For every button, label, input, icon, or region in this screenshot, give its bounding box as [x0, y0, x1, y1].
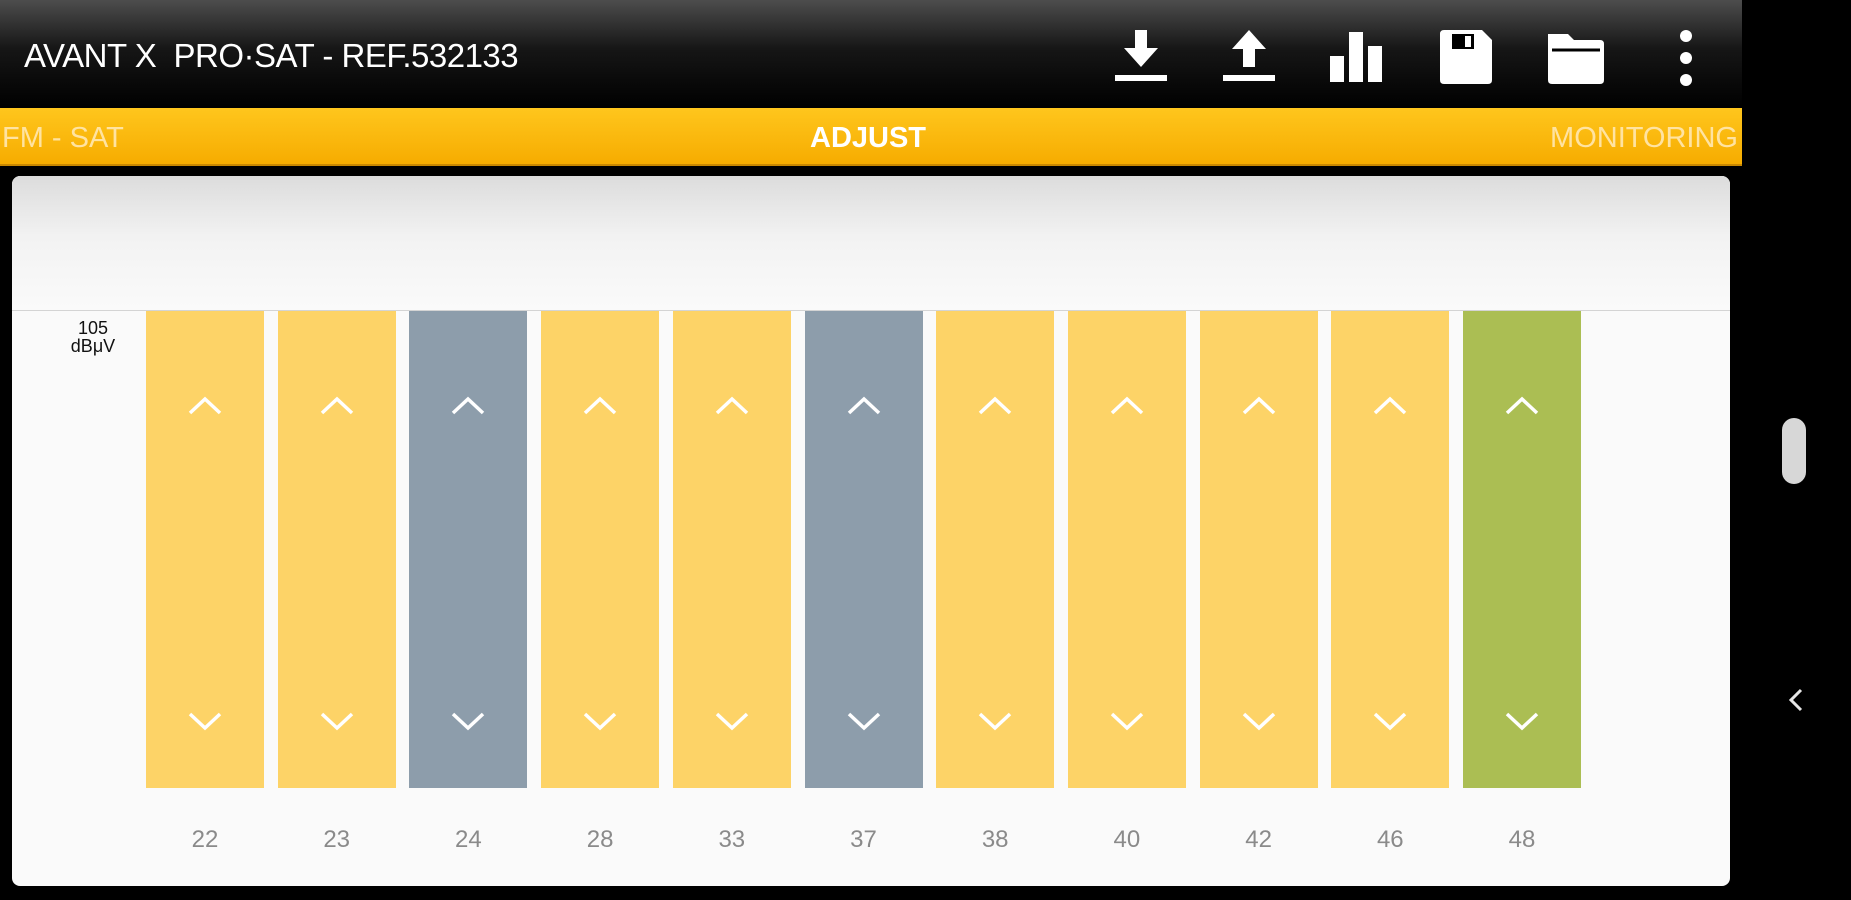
channel-label: 23 [323, 826, 351, 853]
channel-bar[interactable] [936, 311, 1055, 788]
channel-bar[interactable] [804, 311, 923, 788]
channel-label: 28 [586, 826, 614, 853]
channel-label: 40 [1113, 826, 1141, 853]
scroll-handle[interactable] [1782, 418, 1806, 484]
more-vertical-icon[interactable] [1656, 28, 1716, 88]
chevron-up-icon[interactable] [1463, 371, 1581, 441]
chevron-down-icon[interactable] [673, 686, 791, 756]
chevron-down-icon[interactable] [805, 686, 923, 756]
channel-label: 48 [1508, 826, 1536, 853]
app-window: AVANT X PRO·SAT - REF.532133 FM - SAT AD… [0, 0, 1742, 900]
app-title: AVANT X PRO·SAT - REF.532133 [24, 37, 519, 74]
tab-bar: FM - SAT ADJUST MONITORING [0, 108, 1742, 166]
chevron-up-icon[interactable] [1331, 371, 1449, 441]
channel-bar[interactable] [541, 311, 660, 788]
chevron-down-icon[interactable] [936, 686, 1054, 756]
channel-bar[interactable] [1199, 311, 1318, 788]
tab-fm-sat[interactable]: FM - SAT [2, 108, 124, 164]
chevron-down-icon[interactable] [278, 686, 396, 756]
chevron-up-icon[interactable] [409, 371, 527, 441]
channel-label: 24 [455, 826, 482, 853]
level-label: 105 dBμV [46, 319, 140, 355]
channel-bar[interactable] [1331, 311, 1450, 788]
system-nav-bar [1742, 0, 1851, 900]
chevron-up-icon[interactable] [541, 371, 659, 441]
chevron-down-icon[interactable] [1463, 686, 1581, 756]
chevron-down-icon[interactable] [1200, 686, 1318, 756]
channel-bar[interactable] [409, 311, 528, 788]
channel-bar[interactable] [277, 311, 396, 788]
tab-monitoring[interactable]: MONITORING [1550, 108, 1738, 164]
chevron-down-icon[interactable] [541, 686, 659, 756]
chevron-left-icon[interactable] [1780, 682, 1812, 718]
chevron-down-icon[interactable] [1331, 686, 1449, 756]
chevron-up-icon[interactable] [673, 371, 791, 441]
chevron-up-icon[interactable] [278, 371, 396, 441]
adjust-panel: 105 dBμV 22 23 24 28 33 37 38 40 42 46 48 [12, 176, 1730, 886]
chevron-down-icon[interactable] [1068, 686, 1186, 756]
channel-label: 46 [1376, 826, 1404, 853]
download-icon[interactable] [1111, 28, 1171, 88]
channel-label: 42 [1245, 826, 1272, 853]
chevron-down-icon[interactable] [409, 686, 527, 756]
channel-bar[interactable] [672, 311, 791, 788]
chevron-up-icon[interactable] [805, 371, 923, 441]
upload-icon[interactable] [1219, 28, 1279, 88]
chevron-up-icon[interactable] [146, 371, 264, 441]
chevron-up-icon[interactable] [936, 371, 1054, 441]
chevron-up-icon[interactable] [1200, 371, 1318, 441]
level-value: 105 [77, 318, 109, 338]
channel-label: 33 [718, 826, 746, 853]
channel-bar[interactable] [1463, 311, 1581, 788]
chevron-down-icon[interactable] [146, 686, 264, 756]
title-bar: AVANT X PRO·SAT - REF.532133 [0, 0, 1742, 108]
channel-label: 37 [850, 826, 877, 853]
channel-label: 38 [981, 826, 1009, 853]
channel-bar[interactable] [1067, 311, 1186, 788]
folder-icon[interactable] [1546, 28, 1606, 88]
channel-bar[interactable] [146, 311, 264, 788]
panel-header [12, 176, 1730, 311]
chevron-up-icon[interactable] [1068, 371, 1186, 441]
channel-label: 22 [191, 826, 219, 853]
save-icon[interactable] [1436, 28, 1496, 88]
level-unit: dBμV [70, 336, 116, 356]
tab-adjust[interactable]: ADJUST [810, 108, 926, 164]
bar-chart-icon[interactable] [1326, 28, 1386, 88]
